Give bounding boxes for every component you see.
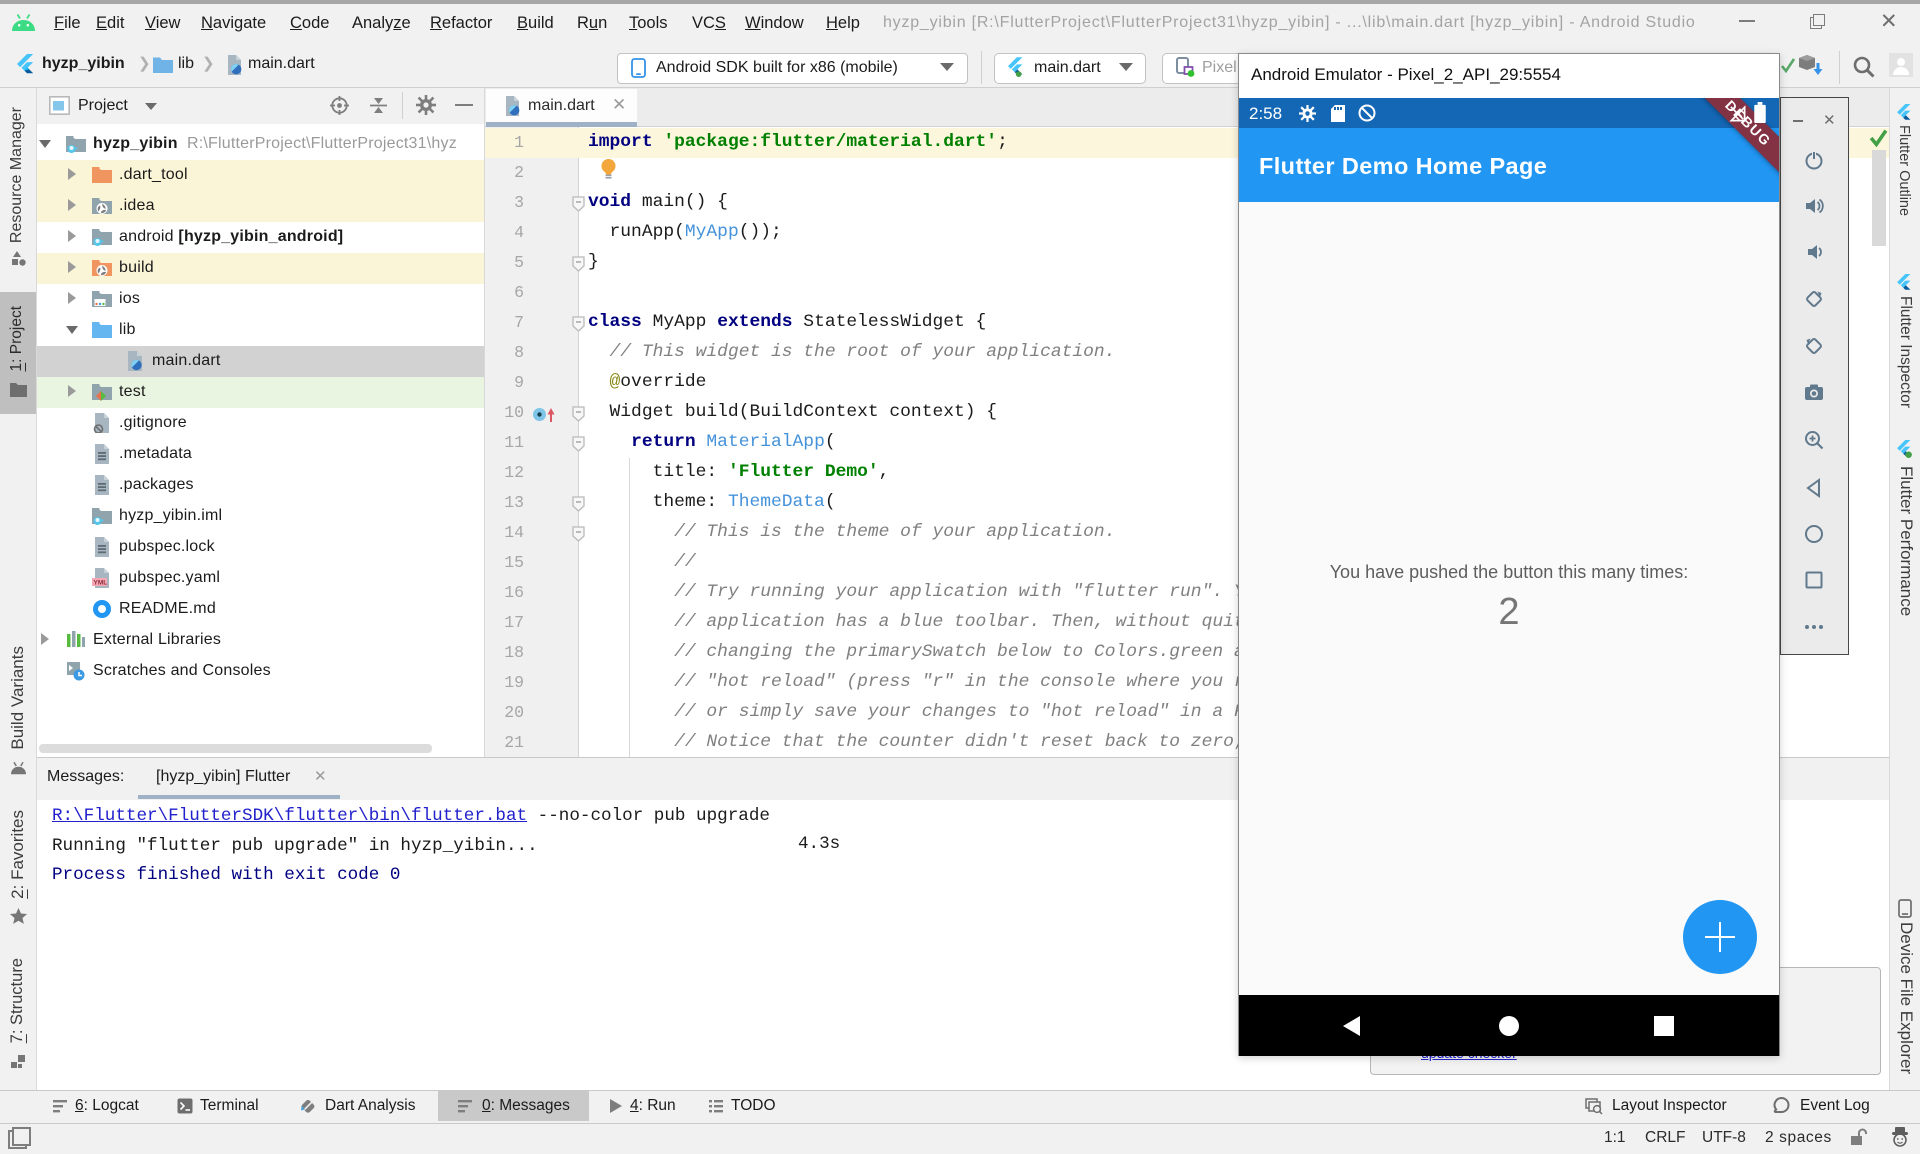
- svg-text:YML: YML: [94, 580, 108, 587]
